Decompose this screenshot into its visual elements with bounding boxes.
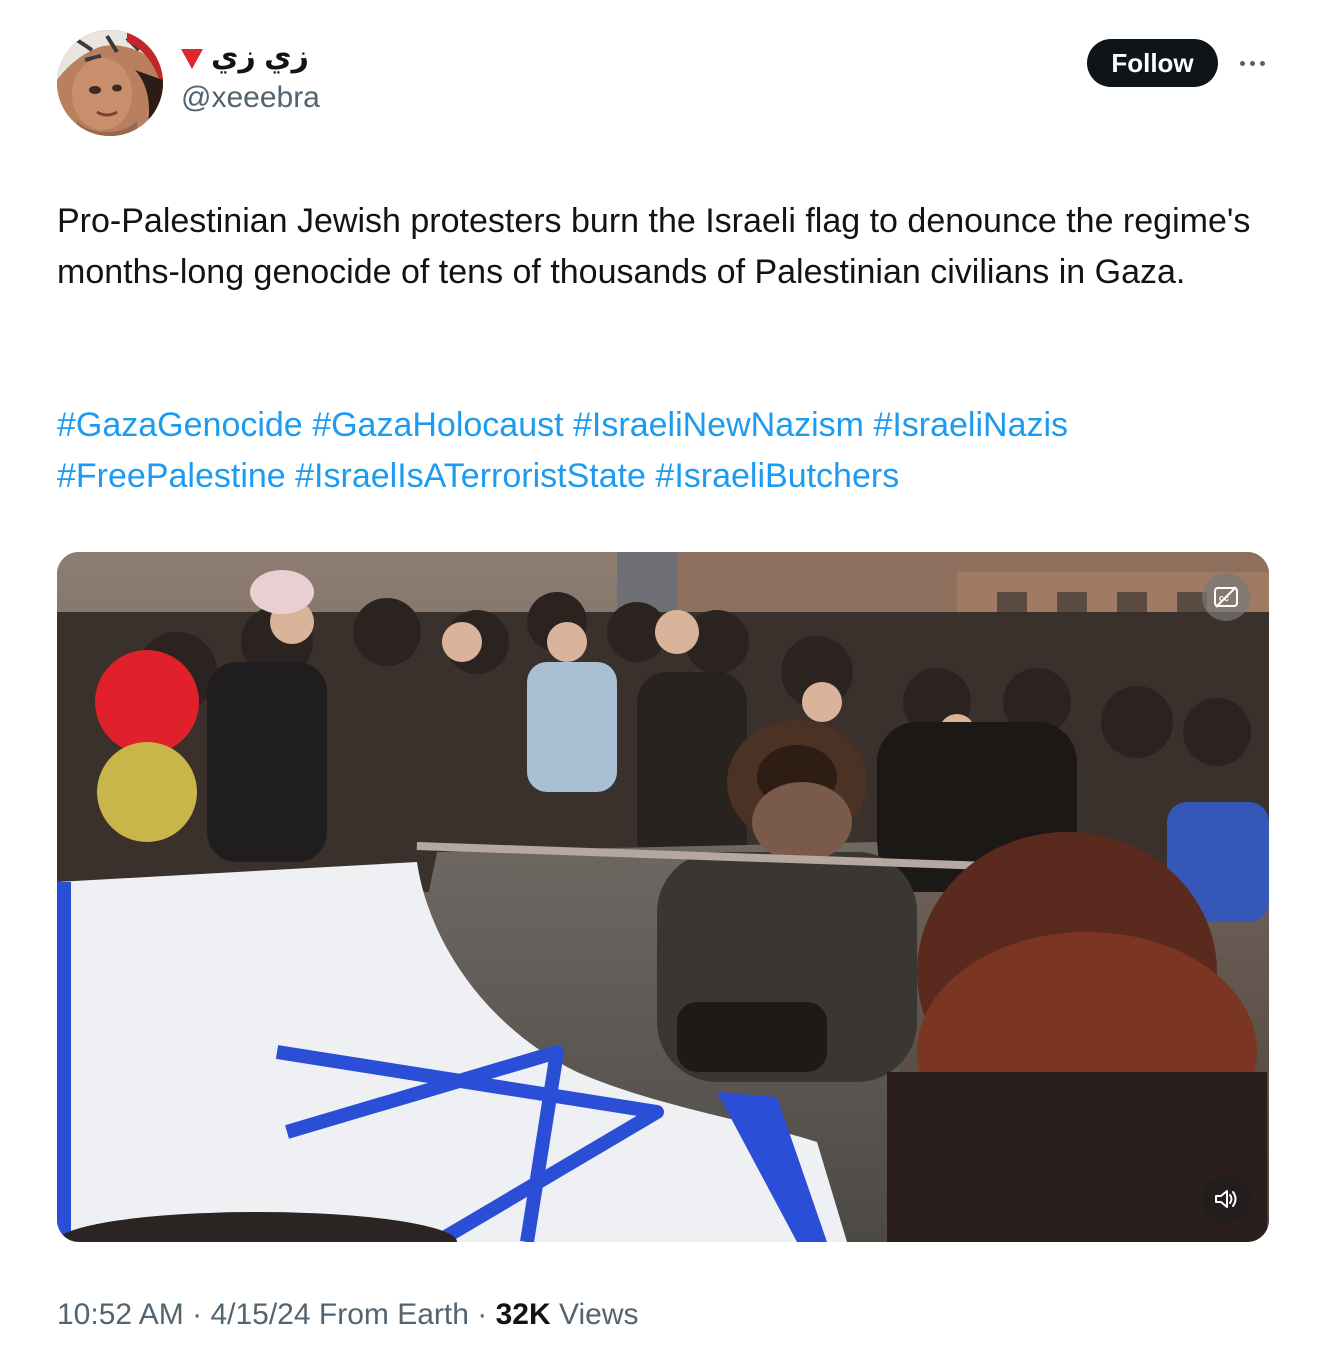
separator: · [477,1298,488,1331]
follow-button[interactable]: Follow [1087,39,1218,87]
author-info[interactable]: زي زي @xeeebra [181,40,320,114]
speaker-glyph [1215,1190,1237,1208]
hashtag-link[interactable]: #GazaHolocaust [312,406,563,444]
display-name-text: زي زي [211,40,309,73]
hashtag-link[interactable]: #FreePalestine [57,457,286,495]
more-dot [1239,60,1245,66]
video-frame [57,552,1269,1242]
red-triangle-icon [181,49,203,70]
hashtag-list: #GazaGenocide #GazaHolocaust #IsraeliNew… [57,400,1272,502]
views-label: Views [559,1298,639,1331]
hashtag-link[interactable]: #IsraeliButchers [655,457,899,495]
tweet-text: Pro-Palestinian Jewish protesters burn t… [57,196,1272,298]
hashtag-link[interactable]: #IsraelIsATerroristState [295,457,646,495]
author-handle[interactable]: @xeeebra [181,81,320,114]
more-options-icon[interactable] [1232,50,1272,76]
tweet-time[interactable]: 10:52 AM [57,1298,184,1331]
avatar[interactable] [57,30,163,136]
hashtag-link[interactable]: #IsraeliNewNazism [573,406,864,444]
avatar-image [57,30,163,136]
separator: · [192,1298,203,1331]
views-count: 32K [495,1298,551,1331]
tweet-source: From Earth [318,1298,469,1331]
more-dot [1259,60,1265,66]
author-display-name[interactable]: زي زي [181,40,320,75]
captions-off-icon[interactable]: cc [1202,573,1250,621]
video-player[interactable]: cc [57,552,1269,1242]
tweet-body: Pro-Palestinian Jewish protesters burn t… [57,202,1251,291]
tweet-date[interactable]: 4/15/24 [210,1298,310,1331]
hashtag-link[interactable]: #IsraeliNazis [873,406,1068,444]
tweet-metadata: 10:52 AM · 4/15/24 From Earth · 32K View… [57,1295,638,1335]
hashtag-link[interactable]: #GazaGenocide [57,406,303,444]
captions-glyph: cc [1214,586,1238,608]
more-dot [1249,60,1255,66]
speaker-icon[interactable] [1202,1175,1250,1223]
